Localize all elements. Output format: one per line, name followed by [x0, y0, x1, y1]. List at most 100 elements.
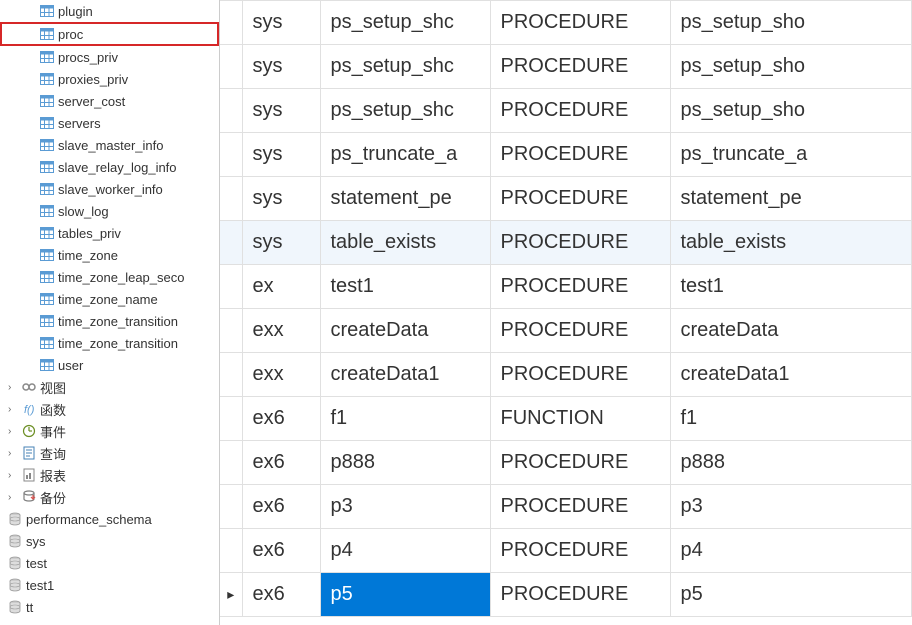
table-item[interactable]: slave_master_info: [0, 134, 219, 156]
cell-specific-name[interactable]: ps_truncate_a: [670, 133, 912, 177]
cell-db[interactable]: ex6: [242, 529, 320, 573]
cell-name[interactable]: statement_pe: [320, 177, 490, 221]
cell-specific-name[interactable]: ps_setup_sho: [670, 1, 912, 45]
table-item[interactable]: servers: [0, 112, 219, 134]
cell-db[interactable]: sys: [242, 133, 320, 177]
table-item[interactable]: slave_relay_log_info: [0, 156, 219, 178]
table-item[interactable]: time_zone_name: [0, 288, 219, 310]
cell-db[interactable]: sys: [242, 89, 320, 133]
cell-name[interactable]: ps_truncate_a: [320, 133, 490, 177]
cell-db[interactable]: ex6: [242, 485, 320, 529]
expand-caret-icon[interactable]: ›: [8, 404, 18, 415]
cell-db[interactable]: ex: [242, 265, 320, 309]
cell-specific-name[interactable]: p3: [670, 485, 912, 529]
cell-name[interactable]: table_exists: [320, 221, 490, 265]
cell-name[interactable]: f1: [320, 397, 490, 441]
cell-type[interactable]: PROCEDURE: [490, 221, 670, 265]
table-item[interactable]: time_zone_leap_seco: [0, 266, 219, 288]
cell-type[interactable]: PROCEDURE: [490, 177, 670, 221]
table-row[interactable]: ex6p4PROCEDUREp4: [220, 529, 912, 573]
cell-name[interactable]: test1: [320, 265, 490, 309]
cell-db[interactable]: ex6: [242, 397, 320, 441]
cell-specific-name[interactable]: table_exists: [670, 221, 912, 265]
cell-name[interactable]: p888: [320, 441, 490, 485]
cell-name[interactable]: p3: [320, 485, 490, 529]
table-row[interactable]: ex6f1FUNCTIONf1: [220, 397, 912, 441]
expand-caret-icon[interactable]: ›: [8, 448, 18, 459]
cell-specific-name[interactable]: ps_setup_sho: [670, 45, 912, 89]
cell-db[interactable]: ex6: [242, 573, 320, 617]
table-row[interactable]: ▸ex6p5PROCEDUREp5: [220, 573, 912, 617]
cell-type[interactable]: PROCEDURE: [490, 89, 670, 133]
cell-type[interactable]: PROCEDURE: [490, 133, 670, 177]
table-row[interactable]: exxcreateData1PROCEDUREcreateData1: [220, 353, 912, 397]
table-item[interactable]: procs_priv: [0, 46, 219, 68]
table-row[interactable]: sysps_truncate_aPROCEDUREps_truncate_a: [220, 133, 912, 177]
table-row[interactable]: ex6p3PROCEDUREp3: [220, 485, 912, 529]
cell-specific-name[interactable]: statement_pe: [670, 177, 912, 221]
cell-db[interactable]: sys: [242, 221, 320, 265]
cell-name[interactable]: ps_setup_shc: [320, 89, 490, 133]
expand-caret-icon[interactable]: ›: [8, 470, 18, 481]
cell-db[interactable]: exx: [242, 353, 320, 397]
cell-type[interactable]: PROCEDURE: [490, 265, 670, 309]
cell-specific-name[interactable]: createData: [670, 309, 912, 353]
table-row[interactable]: sysstatement_pePROCEDUREstatement_pe: [220, 177, 912, 221]
database-item[interactable]: tt: [0, 596, 219, 618]
table-row[interactable]: ex6p888PROCEDUREp888: [220, 441, 912, 485]
cell-type[interactable]: FUNCTION: [490, 397, 670, 441]
cell-type[interactable]: PROCEDURE: [490, 441, 670, 485]
table-item[interactable]: time_zone_transition: [0, 332, 219, 354]
table-row[interactable]: extest1PROCEDUREtest1: [220, 265, 912, 309]
table-item[interactable]: time_zone_transition: [0, 310, 219, 332]
cell-name[interactable]: p4: [320, 529, 490, 573]
cell-db[interactable]: ex6: [242, 441, 320, 485]
cell-db[interactable]: exx: [242, 309, 320, 353]
database-item[interactable]: performance_schema: [0, 508, 219, 530]
cell-specific-name[interactable]: p5: [670, 573, 912, 617]
cell-name[interactable]: p5: [320, 573, 490, 617]
expand-caret-icon[interactable]: ›: [8, 426, 18, 437]
cell-db[interactable]: sys: [242, 1, 320, 45]
table-row[interactable]: exxcreateDataPROCEDUREcreateData: [220, 309, 912, 353]
category-item[interactable]: ›报表: [0, 464, 219, 486]
cell-type[interactable]: PROCEDURE: [490, 1, 670, 45]
category-item[interactable]: ›查询: [0, 442, 219, 464]
table-item[interactable]: time_zone: [0, 244, 219, 266]
cell-type[interactable]: PROCEDURE: [490, 529, 670, 573]
table-item[interactable]: slave_worker_info: [0, 178, 219, 200]
category-item[interactable]: ›事件: [0, 420, 219, 442]
cell-type[interactable]: PROCEDURE: [490, 573, 670, 617]
category-item[interactable]: ›视图: [0, 376, 219, 398]
database-item[interactable]: test: [0, 552, 219, 574]
table-item[interactable]: server_cost: [0, 90, 219, 112]
cell-name[interactable]: ps_setup_shc: [320, 45, 490, 89]
category-item[interactable]: ›f()函数: [0, 398, 219, 420]
cell-type[interactable]: PROCEDURE: [490, 485, 670, 529]
cell-type[interactable]: PROCEDURE: [490, 353, 670, 397]
cell-type[interactable]: PROCEDURE: [490, 309, 670, 353]
database-item[interactable]: sys: [0, 530, 219, 552]
cell-name[interactable]: createData: [320, 309, 490, 353]
table-row[interactable]: systable_existsPROCEDUREtable_exists: [220, 221, 912, 265]
table-item[interactable]: plugin: [0, 0, 219, 22]
cell-specific-name[interactable]: ps_setup_sho: [670, 89, 912, 133]
table-item[interactable]: user: [0, 354, 219, 376]
cell-name[interactable]: createData1: [320, 353, 490, 397]
database-item[interactable]: test1: [0, 574, 219, 596]
table-item[interactable]: slow_log: [0, 200, 219, 222]
table-item[interactable]: proxies_priv: [0, 68, 219, 90]
expand-caret-icon[interactable]: ›: [8, 492, 18, 503]
cell-specific-name[interactable]: test1: [670, 265, 912, 309]
table-row[interactable]: sysps_setup_shcPROCEDUREps_setup_sho: [220, 89, 912, 133]
table-item[interactable]: proc: [0, 22, 219, 46]
cell-specific-name[interactable]: createData1: [670, 353, 912, 397]
result-table[interactable]: sysps_setup_shcPROCEDUREps_setup_shosysp…: [220, 0, 912, 617]
cell-name[interactable]: ps_setup_shc: [320, 1, 490, 45]
cell-specific-name[interactable]: f1: [670, 397, 912, 441]
cell-db[interactable]: sys: [242, 177, 320, 221]
cell-type[interactable]: PROCEDURE: [490, 45, 670, 89]
table-item[interactable]: tables_priv: [0, 222, 219, 244]
cell-specific-name[interactable]: p4: [670, 529, 912, 573]
cell-specific-name[interactable]: p888: [670, 441, 912, 485]
